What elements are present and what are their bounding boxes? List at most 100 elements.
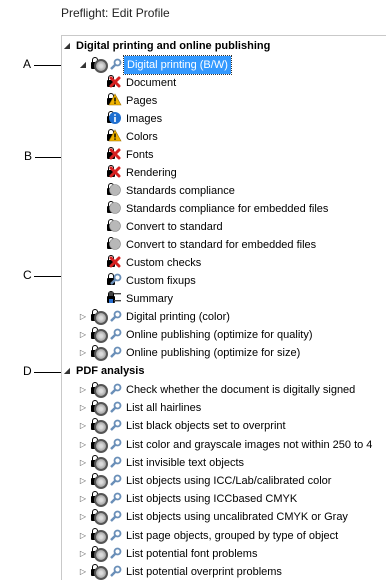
magnifier-icon (94, 384, 108, 398)
magnifier-icon (94, 347, 108, 361)
expand-arrow-icon[interactable]: ▷ (78, 545, 88, 563)
expand-arrow-icon[interactable]: ▷ (78, 344, 88, 362)
magnifier-icon (94, 475, 108, 489)
check-label: Images (126, 113, 163, 125)
inactive-icon (109, 184, 121, 196)
expand-arrow-icon[interactable]: ▷ (78, 326, 88, 344)
check-label: Pages (126, 95, 158, 107)
error-x-icon (109, 148, 121, 160)
tree-check-item[interactable]: Pages (62, 92, 386, 110)
tree-analysis-item[interactable]: ▷ List potential font problems (62, 545, 386, 563)
tree-check-item[interactable]: Fonts (62, 146, 386, 164)
tree-check-item[interactable]: Images (62, 110, 386, 128)
tree-check-item[interactable]: Convert to standard (62, 218, 386, 236)
magnifier-icon (94, 329, 108, 343)
tree-check-item[interactable]: Colors (62, 128, 386, 146)
wrench-icon (110, 383, 122, 395)
expand-arrow-icon[interactable]: ▷ (78, 508, 88, 526)
tree-profile-item[interactable]: ▷ Online publishing (optimize for quality… (62, 326, 386, 344)
wrench-icon (110, 529, 122, 541)
inactive-icon (109, 220, 121, 232)
tree-check-item[interactable]: Document (62, 74, 386, 92)
tree-check-item[interactable]: Custom fixups (62, 272, 386, 290)
magnifier-icon (94, 59, 108, 73)
analysis-label: List objects using ICCbased CMYK (126, 493, 298, 506)
warning-icon (108, 129, 122, 142)
tree-analysis-item[interactable]: ▷ List black objects set to overprint (62, 417, 386, 435)
expand-arrow-icon[interactable]: ▷ (78, 308, 88, 326)
tree-analysis-item[interactable]: ▷ List objects using ICC/Lab/calibrated c… (62, 472, 386, 490)
analysis-label: List color and grayscale images not with… (126, 438, 373, 451)
wrench-icon (110, 456, 122, 468)
tree-check-item[interactable]: Convert to standard for embedded files (62, 236, 386, 254)
analysis-label: Check whether the document is digitally … (126, 384, 356, 396)
inactive-icon (109, 202, 121, 214)
error-x-icon (109, 76, 121, 88)
magnifier-icon (94, 511, 108, 526)
tree-check-item[interactable]: Rendering (62, 164, 386, 182)
check-label: Custom checks (126, 257, 202, 269)
wrench-icon (110, 547, 122, 559)
magnifier-icon (94, 456, 108, 471)
tree-check-item[interactable]: Custom checks (62, 254, 386, 272)
callout-a: A (23, 57, 32, 71)
analysis-label: List potential overprint problems (126, 566, 282, 578)
inactive-icon (109, 238, 121, 250)
wrench-icon (110, 310, 122, 322)
expand-arrow-icon[interactable]: ▷ (78, 381, 88, 399)
wrench-icon (110, 565, 122, 577)
tree-analysis-item[interactable]: ▷ List potential overprint problems (62, 563, 386, 580)
magnifier-icon (94, 529, 108, 544)
magnifier-icon (94, 493, 108, 508)
expand-arrow-icon[interactable]: ▷ (78, 417, 88, 435)
info-icon (109, 112, 121, 124)
wrench-icon (110, 419, 122, 432)
tree-analysis-item[interactable]: ▷ Check whether the document is digitally… (62, 381, 386, 399)
callout-d: D (23, 364, 32, 378)
magnifier-icon (94, 566, 108, 580)
expand-arrow-icon[interactable]: ▷ (78, 436, 88, 454)
tree-profile-bw[interactable]: ◢ Digital printing (B/W) (62, 55, 386, 75)
analysis-label: List objects using ICC/Lab/calibrated co… (126, 475, 332, 487)
analysis-label: List all hairlines (126, 402, 202, 415)
expand-arrow-icon[interactable]: ▷ (78, 527, 88, 545)
check-label: Standards compliance for embedded files (126, 203, 329, 215)
check-label: Standards compliance (126, 185, 235, 197)
check-label: Document (126, 77, 177, 89)
tree-analysis-item[interactable]: ▷ List all hairlines (62, 399, 386, 417)
tree-profile-item[interactable]: ▷ Digital printing (color) (62, 308, 386, 326)
tree-profile-item[interactable]: ▷ Online publishing (optimize for size) (62, 344, 386, 362)
tree-section-analysis[interactable]: ◢ PDF analysis (62, 362, 386, 380)
expand-arrow-icon[interactable]: ▷ (78, 490, 88, 508)
expand-arrow-icon[interactable]: ▷ (78, 563, 88, 580)
section-label: Digital printing and online publishing (76, 40, 271, 52)
tree-analysis-item[interactable]: ▷ List page objects, grouped by type of o… (62, 527, 386, 545)
tree-check-item[interactable]: Standards compliance (62, 182, 386, 200)
tree-section-digital[interactable]: ◢ Digital printing and online publishing (62, 37, 386, 55)
expand-arrow-icon[interactable]: ▷ (78, 454, 88, 472)
tree-analysis-item[interactable]: ▷ List invisible text objects (62, 454, 386, 472)
tree-analysis-item[interactable]: ▷ List objects using ICCbased CMYK (62, 490, 386, 508)
check-label: Convert to standard (126, 221, 223, 233)
expand-arrow-icon[interactable]: ▷ (78, 399, 88, 417)
wrench-icon (110, 438, 122, 450)
callout-c: C (23, 268, 32, 282)
magnifier-icon (94, 438, 108, 453)
magnifier-icon (94, 420, 108, 435)
warning-icon (108, 93, 122, 106)
tree-analysis-item[interactable]: ▷ List objects using uncalibrated CMYK or… (62, 508, 386, 526)
check-label: Summary (126, 293, 174, 305)
wrench-icon (110, 474, 122, 486)
expand-arrow-icon[interactable]: ▷ (78, 472, 88, 490)
collapse-arrow-icon[interactable]: ◢ (78, 56, 88, 74)
tree-check-item[interactable]: Standards compliance for embedded files (62, 200, 386, 218)
analysis-label: List potential font problems (126, 547, 258, 560)
collapse-arrow-icon[interactable]: ◢ (62, 362, 72, 380)
wrench-icon (110, 273, 122, 285)
check-label: Colors (126, 131, 158, 143)
magnifier-icon (94, 311, 108, 325)
error-x-icon (109, 166, 121, 178)
collapse-arrow-icon[interactable]: ◢ (62, 37, 72, 55)
tree-check-item[interactable]: Summary (62, 290, 386, 308)
tree-analysis-item[interactable]: ▷ List color and grayscale images not wit… (62, 436, 386, 454)
